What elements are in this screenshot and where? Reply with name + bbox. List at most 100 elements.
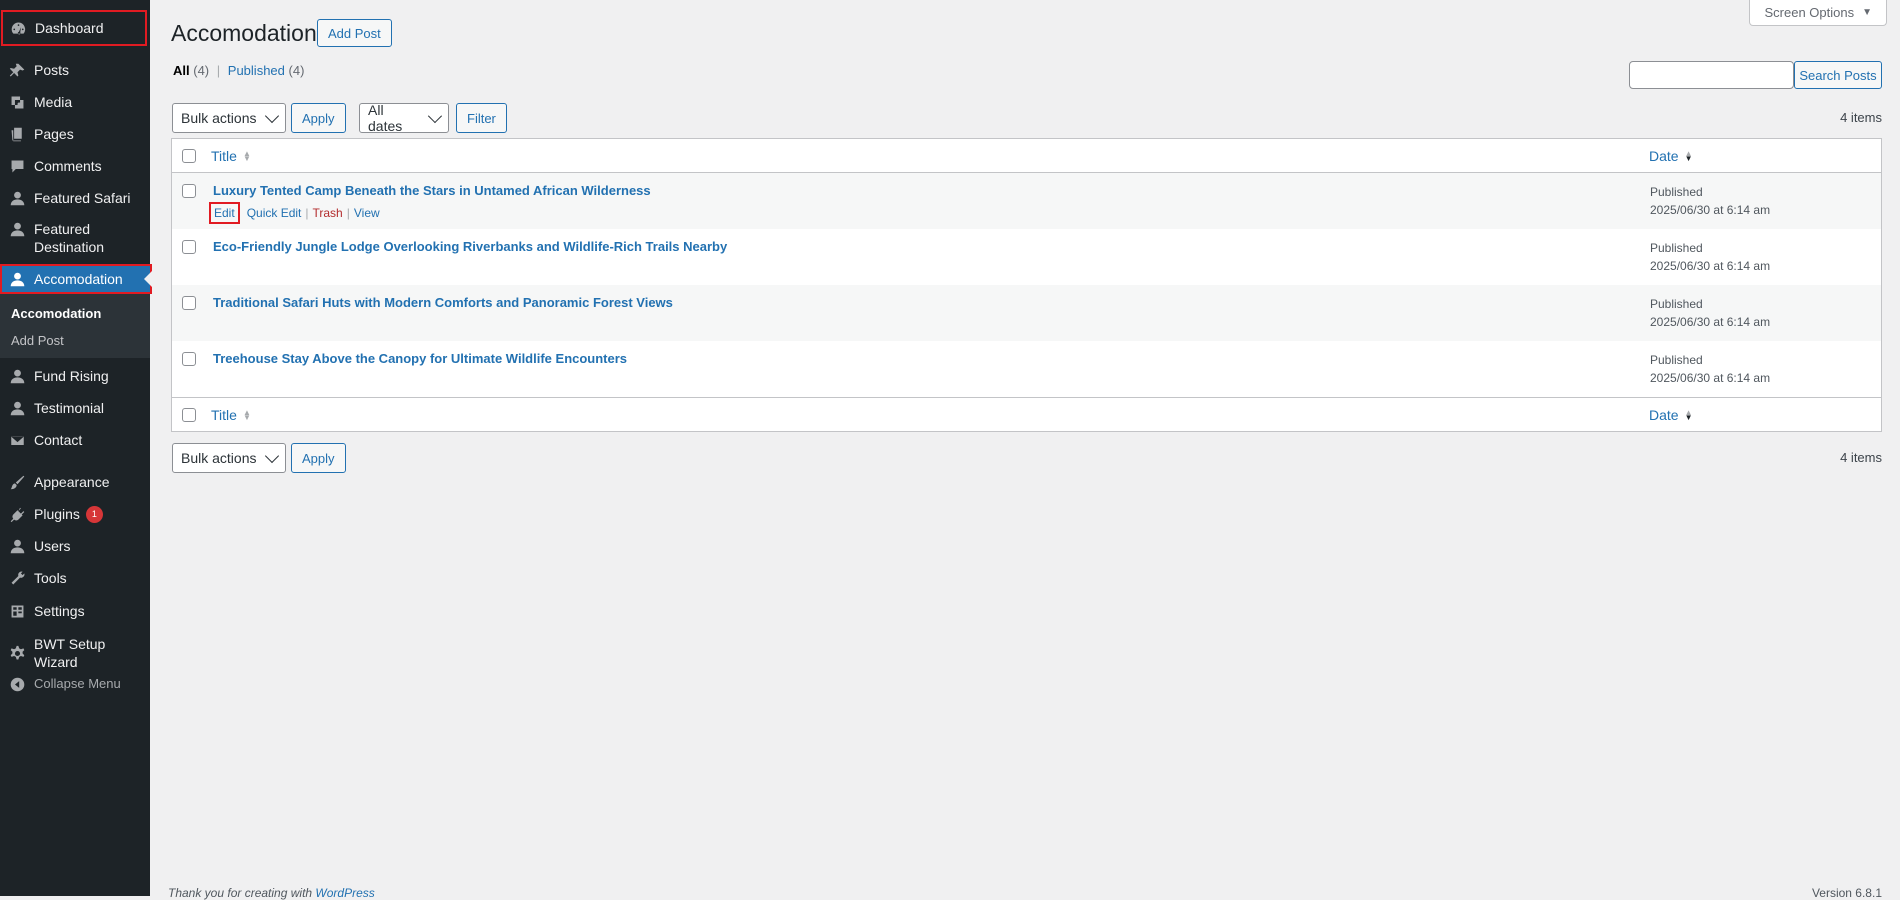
bulk-actions-value: Bulk actions	[181, 450, 257, 466]
apply-button-bottom[interactable]: Apply	[291, 443, 346, 473]
screen-options-button[interactable]: Screen Options ▼	[1749, 0, 1887, 26]
collapse-menu-button[interactable]: Collapse Menu	[0, 674, 150, 694]
sidebar-item-label: Testimonial	[34, 400, 105, 416]
items-count-bottom: 4 items	[1840, 450, 1882, 465]
person-icon	[0, 368, 34, 385]
comments-icon	[0, 158, 34, 175]
sort-icon: ▲ ▼	[1684, 148, 1693, 163]
footer-thanks: Thank you for creating with WordPress	[168, 886, 375, 900]
row-checkbox[interactable]	[182, 240, 196, 254]
post-title-link[interactable]: Traditional Safari Huts with Modern Comf…	[213, 295, 673, 310]
post-status: Published	[1650, 297, 1703, 311]
sidebar-item-comments[interactable]: Comments	[0, 156, 150, 176]
sidebar-item-settings[interactable]: Settings	[0, 601, 150, 621]
filter-button[interactable]: Filter	[456, 103, 507, 133]
chevron-down-icon	[264, 448, 280, 463]
bulk-actions-select[interactable]: Bulk actions	[172, 103, 286, 133]
footer-version: Version 6.8.1	[1811, 886, 1882, 900]
sidebar-item-label: Users	[34, 538, 71, 554]
person-icon	[0, 400, 34, 417]
posts-table: Title ▲ ▼ Date ▲ ▼ Luxury Tented Camp Bene…	[171, 138, 1882, 432]
sidebar-item-featured-destination[interactable]: Featured Destination	[0, 220, 150, 258]
sidebar-item-label: Tools	[34, 570, 67, 586]
sidebar-item-contact[interactable]: Contact	[0, 430, 150, 450]
submenu-item-accomodation[interactable]: Accomodation	[11, 306, 101, 321]
row-checkbox[interactable]	[182, 184, 196, 198]
column-title-label: Title	[211, 406, 237, 423]
table-row: Treehouse Stay Above the Canopy for Ulti…	[172, 341, 1881, 397]
filter-separator: |	[216, 63, 221, 78]
column-date-label: Date	[1649, 406, 1679, 423]
table-row: Luxury Tented Camp Beneath the Stars in …	[172, 173, 1881, 229]
post-date: Published 2025/06/30 at 6:14 am	[1650, 183, 1770, 219]
sidebar-item-featured-safari[interactable]: Featured Safari	[0, 188, 150, 208]
post-title-link[interactable]: Eco-Friendly Jungle Lodge Overlooking Ri…	[213, 239, 727, 254]
action-separator: |	[346, 206, 350, 220]
sidebar-item-pages[interactable]: Pages	[0, 124, 150, 144]
add-post-button[interactable]: Add Post	[317, 19, 392, 47]
column-title-header[interactable]: Title ▲ ▼	[211, 407, 251, 423]
sidebar-item-accomodation[interactable]: Accomodation	[0, 264, 152, 294]
sidebar-item-testimonial[interactable]: Testimonial	[0, 398, 150, 418]
sort-icon: ▲ ▼	[242, 148, 251, 163]
sort-icon: ▲ ▼	[1684, 407, 1693, 422]
wrench-icon	[0, 570, 34, 587]
sidebar-item-plugins[interactable]: Plugins 1	[0, 504, 150, 524]
date-filter-select[interactable]: All dates	[359, 102, 449, 134]
search-posts-button[interactable]: Search Posts	[1794, 61, 1882, 89]
select-all-checkbox[interactable]	[182, 148, 196, 163]
person-icon	[0, 190, 34, 207]
column-date-header[interactable]: Date ▲ ▼	[1649, 407, 1693, 423]
sidebar-item-dashboard[interactable]: Dashboard	[1, 10, 147, 46]
edit-link[interactable]: Edit	[209, 202, 240, 224]
sort-icon: ▲ ▼	[242, 407, 251, 422]
sidebar-item-tools[interactable]: Tools	[0, 568, 150, 588]
status-filters: All (4) | Published (4)	[173, 63, 304, 78]
column-date-header[interactable]: Date ▲ ▼	[1649, 148, 1693, 164]
row-checkbox[interactable]	[182, 296, 196, 310]
sidebar-item-label: Fund Rising	[34, 368, 109, 384]
trash-link[interactable]: Trash	[313, 206, 343, 220]
column-title-label: Title	[211, 147, 237, 164]
sidebar-item-appearance[interactable]: Appearance	[0, 472, 150, 492]
search-input[interactable]	[1629, 61, 1794, 89]
post-status: Published	[1650, 353, 1703, 367]
bulk-actions-value: Bulk actions	[181, 110, 257, 126]
sidebar-item-posts[interactable]: Posts	[0, 60, 150, 80]
sidebar-item-fund-rising[interactable]: Fund Rising	[0, 366, 150, 386]
filter-all-link[interactable]: All	[173, 63, 190, 78]
wordpress-link[interactable]: WordPress	[315, 886, 374, 900]
footer-thanks-text: Thank you for creating with	[168, 886, 316, 900]
mail-icon	[0, 432, 34, 449]
page-title: Accomodation	[171, 20, 317, 46]
post-date: Published 2025/06/30 at 6:14 am	[1650, 239, 1770, 275]
filter-published-link[interactable]: Published	[228, 63, 285, 78]
dashboard-icon	[1, 20, 35, 37]
person-icon	[0, 221, 34, 238]
post-title-link[interactable]: Luxury Tented Camp Beneath the Stars in …	[213, 183, 651, 198]
row-actions: Edit Quick Edit | Trash | View	[209, 202, 380, 224]
collapse-icon	[0, 676, 34, 693]
action-separator: |	[305, 206, 309, 220]
sidebar-item-label: Pages	[34, 126, 74, 142]
column-title-header[interactable]: Title ▲ ▼	[211, 148, 251, 164]
submenu-item-add-post[interactable]: Add Post	[11, 333, 64, 348]
sidebar-item-label: Contact	[34, 432, 83, 448]
chevron-down-icon	[428, 108, 443, 123]
row-checkbox[interactable]	[182, 352, 196, 366]
view-link[interactable]: View	[354, 206, 380, 220]
sidebar-item-bwt-setup-wizard[interactable]: BWT Setup Wizard	[0, 636, 150, 670]
plugins-update-badge: 1	[85, 505, 103, 523]
select-all-checkbox[interactable]	[182, 407, 196, 422]
filter-all-count: (4)	[193, 63, 210, 78]
quick-edit-link[interactable]: Quick Edit	[247, 206, 302, 220]
post-status: Published	[1650, 241, 1703, 255]
post-title-link[interactable]: Treehouse Stay Above the Canopy for Ulti…	[213, 351, 627, 366]
sidebar-item-media[interactable]: Media	[0, 92, 150, 112]
pin-icon	[0, 62, 34, 79]
apply-button[interactable]: Apply	[291, 103, 346, 133]
chevron-down-icon	[264, 108, 280, 123]
bulk-actions-select-bottom[interactable]: Bulk actions	[172, 443, 286, 473]
sidebar-item-users[interactable]: Users	[0, 536, 150, 556]
main-content: Screen Options ▼ Accomodation Add Post A…	[150, 0, 1900, 900]
